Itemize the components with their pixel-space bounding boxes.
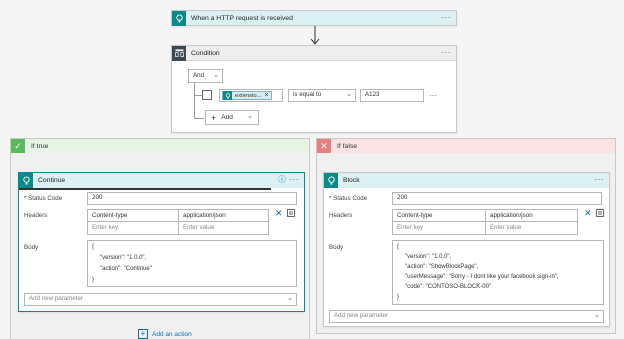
body-line: "version": "1.0.0", xyxy=(100,255,147,261)
status-code-label: * Status Code xyxy=(329,195,368,202)
operator-dropdown[interactable]: is equal to ⌄ xyxy=(288,89,356,102)
if-true-title: If true xyxy=(31,142,49,150)
flow-arrow xyxy=(310,26,320,45)
trigger-more-button[interactable]: ··· xyxy=(442,11,452,24)
header-value-input[interactable]: Enter value xyxy=(179,222,268,234)
tree-connector-branch xyxy=(194,95,202,96)
body-editor[interactable]: { "version": "1.0.0", "action": "Continu… xyxy=(87,240,297,287)
close-icon[interactable]: ✕ xyxy=(584,209,592,218)
status-code-input[interactable]: 200 xyxy=(392,192,602,205)
info-icon[interactable]: ⓘ xyxy=(278,174,286,185)
add-new-parameter-dropdown[interactable]: Add new parameter ⌄ xyxy=(24,293,297,306)
chevron-down-icon: ⌄ xyxy=(247,113,253,120)
trigger-card[interactable]: When a HTTP request is received ··· xyxy=(171,10,457,26)
switch-to-text-icon[interactable] xyxy=(287,209,295,219)
body-line: { xyxy=(92,244,95,250)
status-code-label: * Status Code xyxy=(24,195,63,202)
add-row-button[interactable]: + Add ⌄ xyxy=(205,110,259,125)
if-false-branch: ✕ If false Block ··· * Status Code 200 H… xyxy=(316,138,616,334)
header-underline xyxy=(19,188,271,190)
chevron-down-icon: ⌄ xyxy=(287,295,293,302)
check-icon: ✓ xyxy=(11,139,25,153)
if-false-title: If false xyxy=(337,142,358,150)
add-action-icon: + xyxy=(138,329,148,339)
header-value-cell[interactable]: application/json xyxy=(179,210,268,222)
continue-action-card: Continue ⓘ ··· * Status Code 200 Headers… xyxy=(18,172,305,312)
headers-label: Headers xyxy=(329,212,353,219)
headers-table: Content-type application/json Enter key … xyxy=(87,209,269,235)
if-true-branch: ✓ If true Continue ⓘ ··· * Status Code 2… xyxy=(10,138,310,339)
row-more-button[interactable]: ··· xyxy=(429,91,437,100)
body-editor[interactable]: { "version": "1.0.0", "action": "ShowBlo… xyxy=(392,240,604,305)
continue-action-title: Continue xyxy=(38,177,66,184)
response-icon xyxy=(19,173,33,188)
block-action-card: Block ··· * Status Code 200 Headers Cont… xyxy=(323,172,610,327)
tree-connector xyxy=(194,83,195,119)
header-value-input[interactable]: Enter value xyxy=(486,222,577,234)
body-line: } xyxy=(92,277,95,283)
body-line: "action": "Continue" xyxy=(100,266,152,272)
left-operand-field[interactable]: extensio... × xyxy=(219,89,283,102)
body-line: "version": "1.0.0", xyxy=(405,254,452,260)
trigger-title: When a HTTP request is received xyxy=(191,15,293,22)
header-key-input[interactable]: Enter key xyxy=(393,222,486,234)
body-line: { xyxy=(397,244,400,250)
add-new-parameter-dropdown[interactable]: Add new parameter ⌄ xyxy=(329,310,604,323)
dynamic-content-token[interactable]: extensio... × xyxy=(222,91,272,100)
switch-to-text-icon[interactable] xyxy=(596,209,604,219)
headers-table: Content-type application/json Enter key … xyxy=(392,209,578,235)
chevron-down-icon: ⌄ xyxy=(213,72,219,79)
header-key-cell[interactable]: Content-type xyxy=(393,210,486,222)
body-label: Body xyxy=(329,244,344,251)
chevron-down-icon: ⌄ xyxy=(594,312,600,319)
condition-icon xyxy=(172,45,186,61)
condition-card: Condition ··· And ⌄ extensio... × is equ… xyxy=(171,45,457,133)
block-more-button[interactable]: ··· xyxy=(595,173,605,186)
body-line: "action": "ShowBlockPage", xyxy=(405,264,479,270)
header-key-cell[interactable]: Content-type xyxy=(88,210,179,222)
chevron-down-icon: ⌄ xyxy=(346,91,352,98)
token-label: extensio... xyxy=(235,92,262,99)
close-icon[interactable]: ✕ xyxy=(275,209,283,218)
condition-title: Condition xyxy=(191,49,220,57)
right-operand-field[interactable]: A123 xyxy=(360,89,424,102)
http-request-icon xyxy=(223,91,232,100)
add-an-action-button[interactable]: + Add an action xyxy=(138,329,192,339)
body-line: } xyxy=(397,294,400,300)
block-action-title: Block xyxy=(343,177,360,184)
row-checkbox[interactable] xyxy=(202,90,212,100)
header-key-input[interactable]: Enter key xyxy=(88,222,179,234)
close-icon: ✕ xyxy=(317,139,331,153)
tree-connector-branch-add xyxy=(194,118,204,119)
body-label: Body xyxy=(24,244,39,251)
and-or-dropdown[interactable]: And ⌄ xyxy=(188,69,223,83)
plus-icon: + xyxy=(211,112,217,123)
continue-more-button[interactable]: ··· xyxy=(290,173,300,186)
status-code-input[interactable]: 200 xyxy=(87,192,297,205)
headers-label: Headers xyxy=(24,212,48,219)
condition-more-button[interactable]: ··· xyxy=(442,46,452,59)
http-request-icon xyxy=(172,11,186,26)
response-icon xyxy=(324,173,338,188)
body-line: "userMessage": "Sorry - I dont like your… xyxy=(405,274,559,280)
token-remove-icon[interactable]: × xyxy=(264,92,270,100)
header-value-cell[interactable]: application/json xyxy=(486,210,577,222)
body-line: "code": "CONTOSO-BLOCK-00" xyxy=(405,284,492,290)
